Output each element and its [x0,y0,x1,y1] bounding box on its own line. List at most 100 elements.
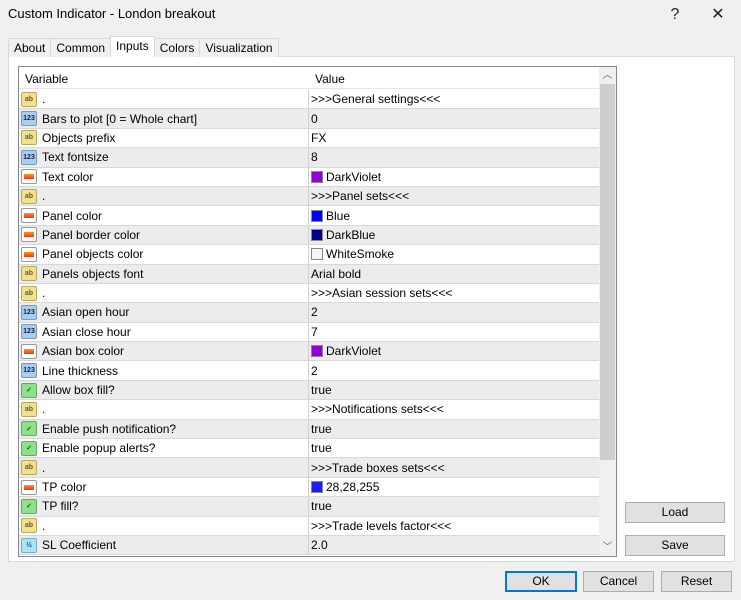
table-row[interactable]: ab Objects prefix FX [19,128,599,149]
value-cell[interactable]: true [309,439,332,457]
value-cell[interactable]: >>>Trade levels factor<<< [309,517,451,535]
table-row[interactable]: 123 Line thickness 2 [19,361,599,381]
table-row[interactable]: ✓ Enable push notification? true [19,419,599,440]
variable-name: Line thickness [42,363,119,378]
save-button[interactable]: Save [625,535,725,556]
table-row[interactable]: ✓ Allow box fill? true [19,380,599,401]
value-text: true [311,421,332,436]
table-row[interactable]: Panel color Blue [19,206,599,226]
variable-cell[interactable]: Panel color [19,206,309,225]
variable-cell[interactable]: ab Objects prefix [19,128,309,148]
table-row[interactable]: Panel border color DarkBlue [19,225,599,246]
variable-cell[interactable]: ab Panels objects font [19,264,309,283]
reset-button[interactable]: Reset [661,571,732,592]
variable-cell[interactable]: Panel objects color [19,245,309,264]
table-row[interactable]: ab. >>>Panel sets<<< [19,186,599,207]
variable-cell[interactable]: ab. [19,458,309,477]
tab-common[interactable]: Common [50,38,112,57]
variable-cell[interactable]: ab. [19,283,309,303]
table-row[interactable]: ½ SL Coefficient 2.0 [19,535,599,556]
value-cell[interactable]: DarkViolet [309,342,381,360]
tab-colors[interactable]: Colors [153,38,201,57]
table-row[interactable]: ab Panels objects font Arial bold [19,264,599,284]
value-cell[interactable]: true [309,381,332,399]
load-button[interactable]: Load [625,502,725,523]
table-row[interactable]: ab. >>>Trade boxes sets<<< [19,458,599,478]
value-cell[interactable]: WhiteSmoke [309,245,394,263]
variable-name: Allow box fill? [42,383,115,398]
table-row[interactable]: 123 Text fontsize 8 [19,148,599,168]
variable-cell[interactable]: TP color [19,477,309,497]
value-cell[interactable]: 28,28,255 [309,478,379,496]
value-cell[interactable]: 7 [309,323,318,341]
variable-name: Panel border color [42,227,141,242]
value-cell[interactable]: DarkBlue [309,226,375,244]
color-type-icon [21,479,37,495]
value-cell[interactable]: 2 [309,303,318,321]
table-row[interactable]: TP color 28,28,255 [19,477,599,498]
variable-cell[interactable]: Asian box color [19,342,309,361]
variable-cell[interactable]: 123 Bars to plot [0 = Whole chart] [19,109,309,128]
variable-cell[interactable]: ab. [19,516,309,535]
variable-cell[interactable]: Panel border color [19,225,309,245]
value-cell[interactable]: 2 [309,361,318,379]
help-button[interactable]: ? [660,2,690,28]
ok-button[interactable]: OK [505,571,577,592]
table-row[interactable]: Panel objects color WhiteSmoke [19,245,599,265]
close-button[interactable]: ✕ [703,2,733,28]
value-cell[interactable]: true [309,497,332,515]
header-variable[interactable]: Variable [25,72,68,86]
table-row[interactable]: ab. >>>Notifications sets<<< [19,400,599,420]
table-row[interactable]: ✓ Enable popup alerts? true [19,439,599,459]
variable-cell[interactable]: ½ SL Coefficient [19,535,309,555]
scrollbar-thumb[interactable] [600,84,615,460]
variable-name: Panels objects font [42,266,144,281]
table-row[interactable]: Text color DarkViolet [19,167,599,187]
scroll-down-icon[interactable]: ﹀ [599,539,616,556]
table-row[interactable]: ab. >>>Trade levels factor<<< [19,516,599,536]
variable-cell[interactable]: ab. [19,90,309,109]
table-row[interactable]: ab. >>>General settings<<< [19,90,599,110]
table-row[interactable]: 123 Bars to plot [0 = Whole chart] 0 [19,109,599,129]
value-cell[interactable]: 2.0 [309,536,328,554]
value-cell[interactable]: FX [309,129,326,147]
variable-cell[interactable]: ab. [19,186,309,206]
tab-about[interactable]: About [8,38,52,57]
variable-cell[interactable]: 123 Asian close hour [19,322,309,342]
value-cell[interactable]: DarkViolet [309,168,381,186]
value-cell[interactable]: >>>General settings<<< [309,90,440,108]
cancel-button[interactable]: Cancel [583,571,654,592]
value-cell[interactable]: true [309,420,332,438]
table-row[interactable]: Asian box color DarkViolet [19,342,599,362]
header-value[interactable]: Value [315,72,345,86]
tab-inputs[interactable]: Inputs [110,36,155,57]
value-cell[interactable]: >>>Notifications sets<<< [309,400,444,418]
table-header: Variable Value [19,67,599,89]
table-row[interactable]: ab. >>>Asian session sets<<< [19,283,599,304]
value-cell[interactable]: >>>Asian session sets<<< [309,284,452,302]
variable-cell[interactable]: 123 Asian open hour [19,303,309,322]
value-cell[interactable]: 0 [309,109,318,127]
boolean-type-icon: ✓ [21,440,37,456]
table-row[interactable]: 123 Asian open hour 2 [19,303,599,323]
value-cell[interactable]: 8 [309,148,318,166]
value-cell[interactable]: >>>Panel sets<<< [309,187,409,205]
tab-visualization[interactable]: Visualization [199,38,279,57]
scroll-up-icon[interactable]: ︿ [599,67,616,84]
variable-cell[interactable]: ✓ TP fill? [19,497,309,516]
vertical-scrollbar[interactable]: ︿ ﹀ [599,67,616,556]
color-type-icon [21,246,37,262]
boolean-type-icon: ✓ [21,498,37,514]
variable-cell[interactable]: ✓ Enable popup alerts? [19,439,309,458]
value-cell[interactable]: >>>Trade boxes sets<<< [309,458,445,476]
variable-cell[interactable]: 123 Line thickness [19,361,309,380]
table-row[interactable]: 123 Asian close hour 7 [19,322,599,343]
variable-cell[interactable]: ab. [19,400,309,419]
variable-cell[interactable]: ✓ Allow box fill? [19,380,309,400]
table-row[interactable]: ✓ TP fill? true [19,497,599,517]
variable-cell[interactable]: 123 Text fontsize [19,148,309,167]
value-cell[interactable]: Arial bold [309,265,361,283]
variable-cell[interactable]: Text color [19,167,309,186]
value-cell[interactable]: Blue [309,206,350,224]
variable-cell[interactable]: ✓ Enable push notification? [19,419,309,439]
